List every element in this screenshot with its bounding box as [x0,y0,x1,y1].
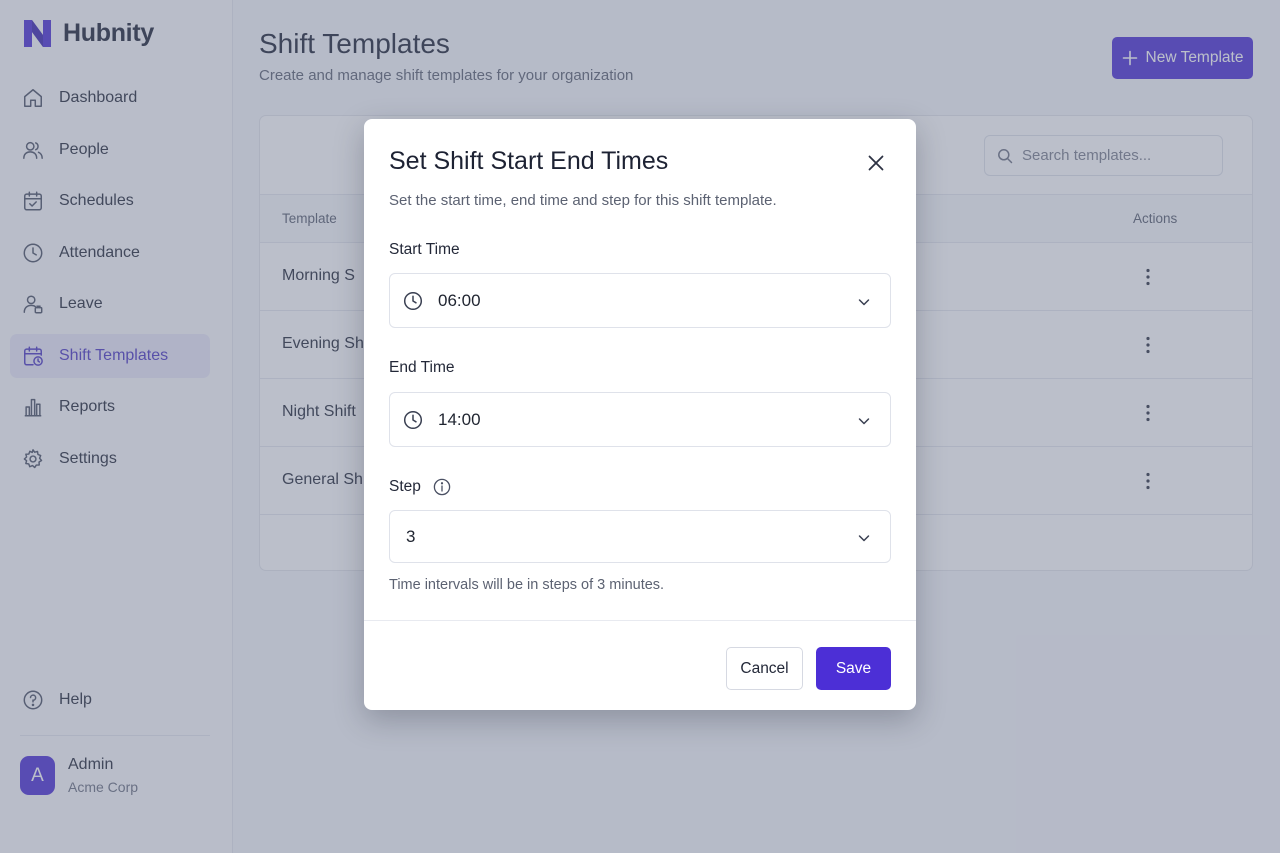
end-time-select[interactable]: 14:00 [389,392,891,447]
end-time-value: 14:00 [438,410,481,429]
chevron-down-icon [858,418,870,425]
start-time-value: 06:00 [438,291,481,310]
dialog-divider [364,620,916,621]
cancel-button[interactable]: Cancel [726,647,803,690]
step-label: Step [389,478,421,495]
step-value: 3 [406,527,416,546]
save-button[interactable]: Save [816,647,891,690]
start-time-label: Start Time [389,241,460,258]
step-hint: Time intervals will be in steps of 3 min… [389,577,665,593]
clock-icon [403,410,423,430]
dialog-description: Set the start time, end time and step fo… [389,192,777,209]
chevron-down-icon [858,299,870,306]
shift-times-dialog: Set Shift Start End Times Set the start … [364,119,916,710]
start-time-select[interactable]: 06:00 [389,273,891,328]
dialog-title: Set Shift Start End Times [389,147,669,175]
step-select[interactable]: 3 [389,510,891,563]
clock-icon [403,291,423,311]
info-icon[interactable] [433,478,451,496]
chevron-down-icon [858,535,870,542]
end-time-label: End Time [389,359,455,376]
close-icon[interactable] [864,151,888,175]
